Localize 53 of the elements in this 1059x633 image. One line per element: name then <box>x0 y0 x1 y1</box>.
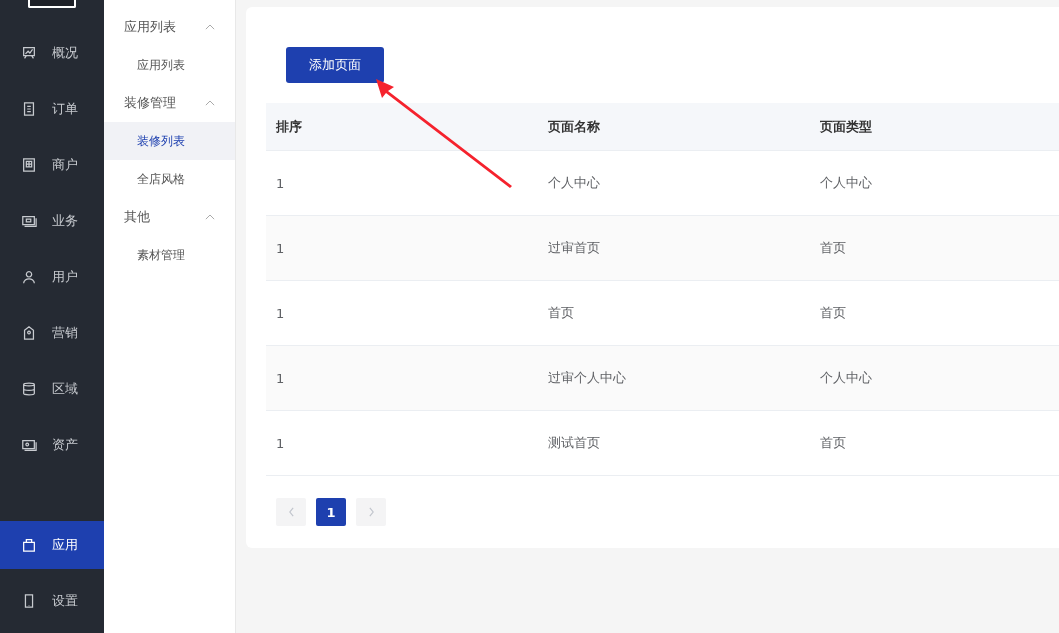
column-header: 页面名称 <box>548 118 600 134</box>
table-cell: 过审首页 <box>548 240 600 255</box>
nav-item[interactable]: 用户 <box>0 249 104 305</box>
table-cell: 个人中心 <box>820 370 872 385</box>
nav-icon <box>21 45 37 61</box>
nav-icon <box>21 157 37 173</box>
previous-page-button[interactable] <box>276 498 306 526</box>
submenu-group[interactable]: 其他 <box>104 198 235 236</box>
submenu-item[interactable]: 装修列表 <box>104 122 235 160</box>
bag-icon <box>21 537 37 553</box>
table-cell: 个人中心 <box>548 175 600 190</box>
submenu-item[interactable]: 应用列表 <box>104 46 235 84</box>
nav-item[interactable]: 设置 <box>0 577 104 625</box>
submenu-group[interactable]: 应用列表 <box>104 8 235 46</box>
nav-icon <box>21 213 37 229</box>
submenu-item[interactable]: 全店风格 <box>104 160 235 198</box>
nav-icon <box>21 325 37 341</box>
submenu-group[interactable]: 装修管理 <box>104 84 235 122</box>
nav-icon <box>21 101 37 117</box>
table-cell: 个人中心 <box>820 175 872 190</box>
chevron-up-icon <box>205 23 215 31</box>
nav-item[interactable]: 资产 <box>0 417 104 473</box>
nav-item[interactable]: 业务 <box>0 193 104 249</box>
page-button[interactable]: 1 <box>316 498 346 526</box>
submenu-item[interactable]: 素材管理 <box>104 236 235 274</box>
table-cell: 1 <box>276 240 285 256</box>
column-header: 排序 <box>276 118 302 134</box>
nav-item[interactable]: 营销 <box>0 305 104 361</box>
chevron-up-icon <box>205 99 215 107</box>
table-cell: 1 <box>276 305 285 321</box>
table-cell: 首页 <box>820 305 846 320</box>
table-cell: 首页 <box>820 240 846 255</box>
nav-icon <box>21 437 37 453</box>
nav-icon <box>21 269 37 285</box>
nav-item[interactable]: 订单 <box>0 81 104 137</box>
chevron-left-icon <box>287 507 295 517</box>
add-page-button[interactable]: 添加页面 <box>286 47 384 83</box>
table-cell: 1 <box>276 370 285 386</box>
table-cell: 测试首页 <box>548 435 600 450</box>
table-cell: 1 <box>276 435 285 451</box>
table-cell: 首页 <box>548 305 574 320</box>
nav-item[interactable]: 区域 <box>0 361 104 417</box>
chevron-up-icon <box>205 213 215 221</box>
nav-icon <box>21 381 37 397</box>
next-page-button[interactable] <box>356 498 386 526</box>
table-cell: 过审个人中心 <box>548 370 626 385</box>
table-cell: 1 <box>276 175 285 191</box>
nav-item[interactable]: 应用 <box>0 521 104 569</box>
column-header: 页面类型 <box>820 118 872 134</box>
chevron-right-icon <box>367 507 375 517</box>
nav-item[interactable]: 概况 <box>0 25 104 81</box>
nav-item[interactable]: 商户 <box>0 137 104 193</box>
table-cell: 首页 <box>820 435 846 450</box>
